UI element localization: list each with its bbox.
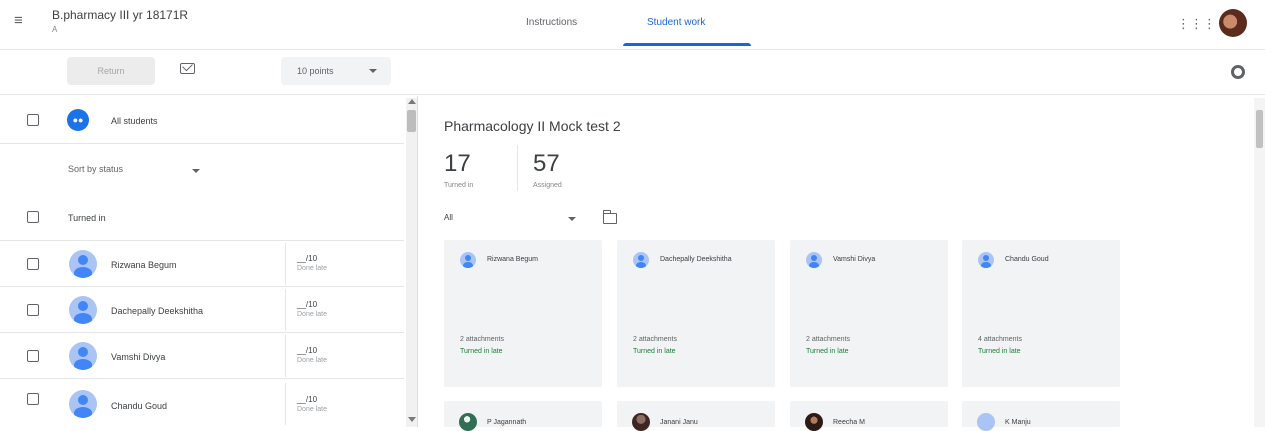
grade-value[interactable]: __/10 [297, 300, 317, 309]
turned-in-label: Turned in [444, 182, 474, 189]
turned-in-label: Turned in [68, 213, 106, 223]
avatar [459, 413, 477, 431]
avatar [632, 413, 650, 431]
folder-icon[interactable] [602, 210, 617, 224]
student-checkbox[interactable] [27, 304, 39, 316]
submission-card[interactable]: Dachepally Deekshitha 2 attachments Turn… [617, 240, 775, 387]
card-status: Turned in late [806, 348, 849, 355]
attachments-count: 2 attachments [460, 336, 504, 343]
turned-in-section: Turned in [0, 193, 404, 241]
card-status: Turned in late [633, 348, 676, 355]
group-icon: ●● [67, 109, 89, 131]
menu-icon[interactable]: ≡ [14, 13, 28, 28]
all-students-row[interactable]: ●● All students [0, 96, 404, 144]
students-list: ●● All students Sort by status Turned in… [0, 96, 417, 427]
avatar [460, 252, 476, 268]
submission-card[interactable]: Vamshi Divya 2 attachments Turned in lat… [790, 240, 948, 387]
tab-instructions[interactable]: Instructions [526, 17, 577, 28]
all-students-label: All students [111, 116, 158, 126]
grade-divider [285, 335, 286, 377]
email-icon[interactable] [180, 63, 195, 74]
return-button[interactable]: Return [67, 57, 155, 85]
stat-divider [517, 145, 518, 191]
student-row[interactable]: Vamshi Divya __/10 Done late [0, 333, 404, 379]
avatar [69, 296, 97, 324]
student-name: Chandu Goud [111, 401, 168, 411]
select-all-checkbox[interactable] [27, 114, 39, 126]
student-checkbox[interactable] [27, 258, 39, 270]
user-avatar[interactable] [1219, 9, 1247, 37]
scroll-down-icon[interactable] [408, 417, 416, 422]
turned-in-count: 17 [444, 150, 471, 177]
avatar [977, 413, 995, 431]
avatar [69, 390, 97, 418]
submission-status: Done late [297, 406, 327, 413]
chevron-down-icon [369, 69, 377, 73]
student-row[interactable]: Rizwana Begum __/10 Done late [0, 241, 404, 287]
status-filter[interactable]: All [444, 213, 580, 227]
submission-card[interactable]: K Manju [962, 401, 1120, 431]
grade-value[interactable]: __/10 [297, 395, 317, 404]
student-checkbox[interactable] [27, 393, 39, 405]
top-bar: ≡ B.pharmacy III yr 18171R A Instruction… [0, 0, 1265, 50]
right-scrollbar-thumb[interactable] [1256, 110, 1263, 148]
grade-value[interactable]: __/10 [297, 254, 317, 263]
avatar [806, 252, 822, 268]
student-checkbox[interactable] [27, 350, 39, 362]
submission-status: Done late [297, 311, 327, 318]
turned-in-checkbox[interactable] [27, 211, 39, 223]
tab-student-work[interactable]: Student work [647, 17, 705, 28]
active-tab-indicator [623, 43, 751, 46]
card-student-name: Dachepally Deekshitha [660, 256, 732, 263]
settings-gear-icon[interactable] [1231, 65, 1245, 79]
scroll-up-icon[interactable] [408, 99, 416, 104]
card-status: Turned in late [460, 348, 503, 355]
class-section: A [52, 25, 58, 34]
student-row[interactable]: Dachepally Deekshitha __/10 Done late [0, 287, 404, 333]
student-name: Rizwana Begum [111, 260, 177, 270]
assigned-label: Assigned [533, 182, 562, 189]
submission-card[interactable]: Reecha M [790, 401, 948, 431]
avatar [978, 252, 994, 268]
submission-card[interactable]: Chandu Goud 4 attachments Turned in late [962, 240, 1120, 387]
card-student-name: Chandu Goud [1005, 256, 1049, 263]
submission-card[interactable]: Janani Janu [617, 401, 775, 431]
class-title[interactable]: B.pharmacy III yr 18171R [52, 8, 188, 22]
apps-grid-icon[interactable]: ⋮⋮⋮ [1177, 16, 1216, 32]
chevron-down-icon [192, 169, 200, 173]
left-scrollbar[interactable] [406, 98, 417, 427]
submission-status: Done late [297, 357, 327, 364]
card-student-name: Rizwana Begum [487, 256, 538, 263]
card-student-name: Vamshi Divya [833, 256, 876, 263]
student-name: Dachepally Deekshitha [111, 306, 204, 316]
card-status: Turned in late [978, 348, 1021, 355]
points-value: 10 points [297, 66, 334, 76]
points-select[interactable]: 10 points [281, 57, 391, 85]
assigned-count: 57 [533, 150, 560, 177]
attachments-count: 2 attachments [806, 336, 850, 343]
left-scrollbar-thumb[interactable] [407, 110, 416, 132]
grade-divider [285, 243, 286, 285]
student-name: Vamshi Divya [111, 352, 166, 362]
sort-label[interactable]: Sort by status [68, 164, 123, 174]
grade-divider [285, 289, 286, 331]
chevron-down-icon [568, 217, 576, 221]
attachments-count: 4 attachments [978, 336, 1022, 343]
submission-card[interactable]: P Jagannath [444, 401, 602, 431]
avatar [805, 413, 823, 431]
submission-status: Done late [297, 265, 327, 272]
avatar [69, 250, 97, 278]
avatar [69, 342, 97, 370]
avatar [633, 252, 649, 268]
student-row[interactable]: Chandu Goud __/10 Done late [0, 379, 404, 427]
grade-divider [285, 383, 286, 425]
submission-card[interactable]: Rizwana Begum 2 attachments Turned in la… [444, 240, 602, 387]
assignment-title: Pharmacology II Mock test 2 [444, 118, 621, 134]
grade-value[interactable]: __/10 [297, 346, 317, 355]
attachments-count: 2 attachments [633, 336, 677, 343]
